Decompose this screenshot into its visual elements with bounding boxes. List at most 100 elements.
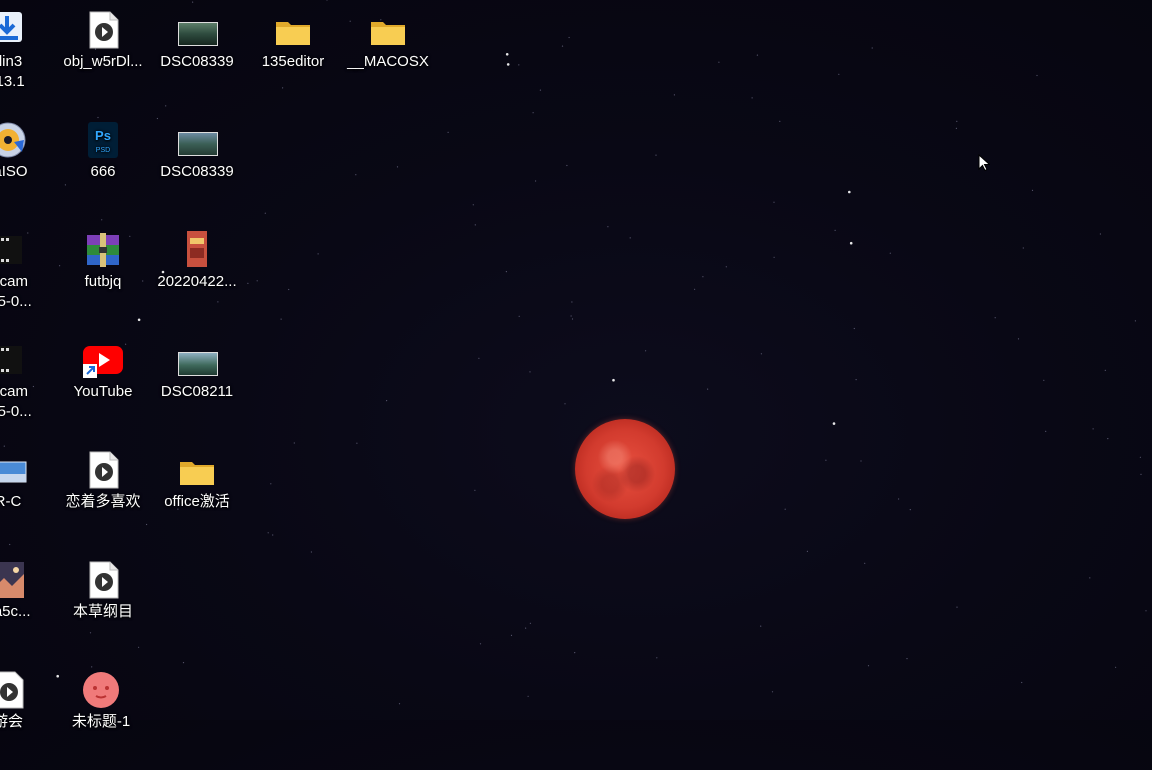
star: [474, 224, 476, 226]
icon-label: DSC08211: [160, 383, 234, 400]
icon-partial-bottom[interactable]: 游会: [0, 664, 56, 770]
svg-text:PSD: PSD: [96, 147, 110, 154]
icon-futbjq[interactable]: futbjq: [55, 224, 151, 330]
star: [386, 400, 388, 402]
icon-135editor[interactable]: 135editor: [245, 4, 341, 110]
icon-partial-dicam-2[interactable]: dicam -05-0...: [0, 334, 56, 440]
star: [527, 695, 529, 697]
icon-dsc08339-b[interactable]: DSC08339: [149, 114, 245, 220]
star: [529, 622, 532, 624]
folder-icon: [368, 10, 408, 50]
star: [848, 190, 851, 194]
star: [771, 691, 774, 693]
icon-dsc08211[interactable]: DSC08211: [149, 334, 245, 440]
star: [838, 73, 840, 75]
star: [834, 229, 836, 231]
star: [760, 353, 763, 355]
icon-partial-3a5c[interactable]: 3a5c...: [0, 554, 56, 660]
icon-bencao[interactable]: 本草纲目: [55, 554, 151, 660]
star: [1107, 438, 1109, 440]
star: [566, 164, 568, 167]
star: [396, 166, 399, 168]
folder-icon: [177, 450, 217, 490]
icon-partial-din3[interactable]: din3 .13.1: [0, 4, 56, 110]
star: [182, 662, 185, 664]
star: [909, 509, 911, 511]
star: [1115, 666, 1117, 668]
star: [1017, 338, 1020, 340]
star: [280, 318, 282, 320]
media-file-icon: [83, 10, 123, 50]
star: [756, 54, 759, 56]
star: [293, 442, 295, 444]
media-file-icon: [83, 560, 123, 600]
icon-partial-r-c[interactable]: R-C: [0, 444, 56, 550]
winrar-archive-icon: [83, 230, 123, 270]
icon-untitled[interactable]: 未标题-1: [53, 664, 149, 770]
star: [264, 212, 266, 214]
star: [1092, 428, 1094, 430]
icon-dsc08339-a[interactable]: DSC08339: [149, 4, 245, 110]
star: [270, 483, 272, 485]
star: [317, 253, 319, 255]
star: [525, 627, 527, 629]
icon-label: 游会: [0, 713, 23, 730]
star: [479, 643, 482, 645]
icon-obj[interactable]: obj_w5rDl...: [55, 4, 151, 110]
star: [355, 174, 357, 176]
star: [1134, 320, 1136, 322]
icon-label: dicam -05-0...: [0, 383, 32, 420]
icon-office[interactable]: office激活: [149, 444, 245, 550]
star: [1036, 74, 1038, 77]
icon-label: din3 .13.1: [0, 53, 25, 90]
icon-partial-raliso[interactable]: raISO: [0, 114, 56, 220]
star: [192, 1, 194, 3]
star: [529, 371, 531, 373]
star: [1045, 430, 1047, 432]
star: [898, 498, 900, 500]
pink-face-icon: [81, 670, 121, 710]
icon-666[interactable]: Ps PSD 666: [55, 114, 151, 220]
star: [773, 256, 775, 258]
star: [506, 63, 510, 66]
star: [288, 288, 290, 291]
star: [955, 127, 958, 129]
star: [784, 508, 786, 510]
star: [889, 252, 891, 254]
star: [656, 657, 658, 659]
icon-label: R-C: [0, 493, 22, 510]
star: [1145, 610, 1147, 612]
star: [472, 204, 474, 206]
installer-icon: [0, 10, 28, 50]
icon-lianzhe[interactable]: 恋着多喜欢: [55, 444, 151, 550]
icon-label: 3a5c...: [0, 603, 31, 620]
disc-icon: [0, 120, 28, 160]
star: [1099, 233, 1101, 235]
star: [571, 301, 573, 303]
video-file-icon: [0, 340, 28, 380]
photo-thumbnail-icon: [177, 340, 218, 380]
icon-20220422[interactable]: 20220422...: [149, 224, 245, 330]
star: [478, 357, 480, 359]
star: [1021, 681, 1023, 684]
icon-label: 恋着多喜欢: [65, 493, 141, 510]
star: [645, 350, 647, 352]
star: [570, 315, 572, 317]
photoshop-file-icon: Ps PSD: [83, 120, 123, 160]
star: [853, 327, 855, 330]
icon-youtube[interactable]: YouTube: [55, 334, 151, 440]
photo-thumbnail-icon: [177, 120, 218, 160]
icon-macosx[interactable]: __MACOSX: [340, 4, 436, 110]
star: [1031, 189, 1034, 191]
icon-partial-dicam-1[interactable]: dicam -05-0...: [0, 224, 56, 330]
star: [256, 280, 258, 282]
video-file-icon: [0, 230, 28, 270]
media-file-icon: [83, 450, 123, 490]
star: [326, 0, 328, 1]
star: [561, 45, 564, 47]
star: [539, 89, 542, 91]
star: [474, 489, 476, 491]
star: [956, 606, 958, 608]
star: [871, 47, 873, 49]
icon-label: YouTube: [73, 383, 133, 400]
